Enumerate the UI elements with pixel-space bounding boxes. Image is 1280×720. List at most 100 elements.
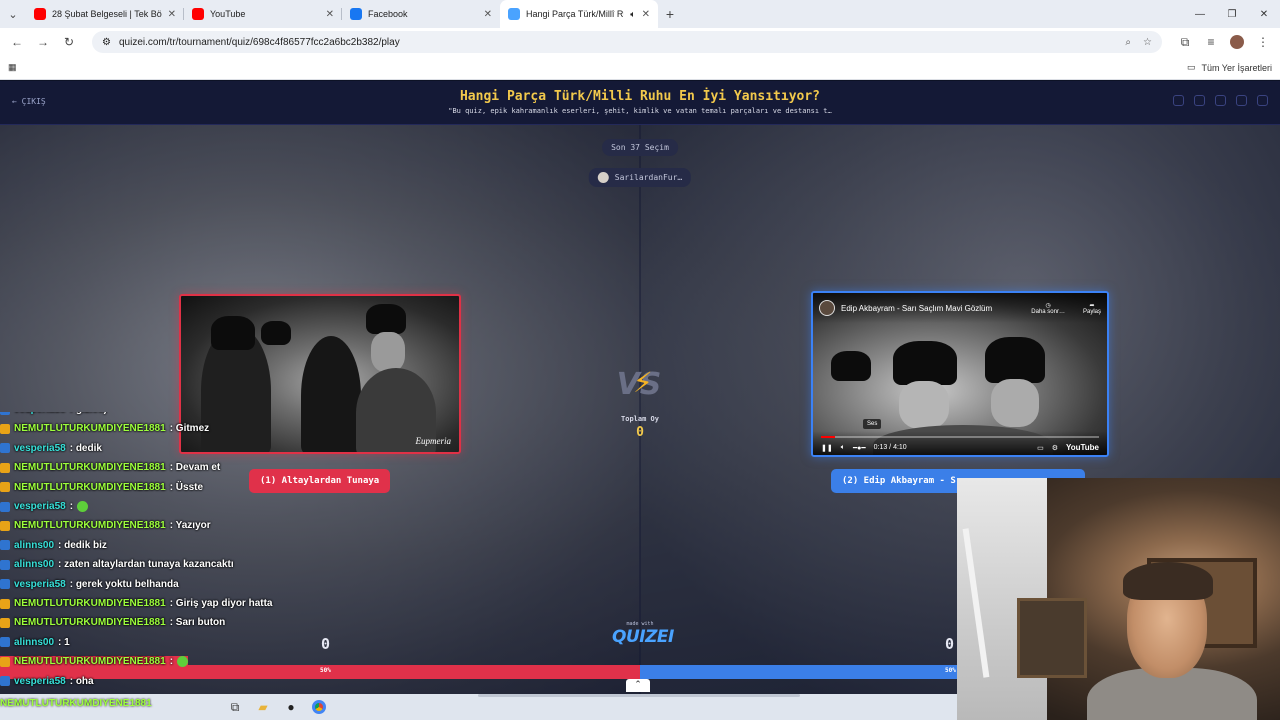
tab-audio-icon[interactable]: 🔈︎ [630,9,635,20]
video-figure [899,381,949,429]
volume-slider[interactable]: ━●━ [853,444,866,452]
bookmark-star-icon[interactable]: ☆ [1143,37,1152,48]
chat-username: NEMUTLUTURKUMDIYENE1881 [14,462,166,474]
minimize-icon[interactable]: — [1184,9,1216,20]
watch-later-button[interactable]: ◷ Daha sonr… [1031,302,1065,315]
restore-icon[interactable]: ❐ [1216,9,1248,20]
vote-pct-right: 50% [945,667,956,674]
chat-message: NEMUTLUTURKUMDIYENE1881: Yazıyor [0,520,211,531]
chat-text: : 1 [58,636,70,648]
emote-icon [177,656,189,668]
creator-name: SarilardanFur… [614,173,683,182]
channel-avatar[interactable] [819,300,835,316]
crown-badge-icon [0,598,10,609]
browser-tab[interactable]: YouTube ✕ [184,0,342,28]
chat-username: alinns00 [14,559,55,571]
tab-close-icon[interactable]: ✕ [484,9,492,20]
chat-text: : Üsste [169,481,204,493]
obs-icon[interactable]: ● [282,698,300,716]
quiz-title: Hangi Parça Türk/Milli Ruhu En İyi Yansı… [459,89,821,104]
chat-username: alinns00 [14,636,55,648]
video-figure [985,337,1045,383]
chat-username: vesperia58 [14,442,66,454]
share-icon[interactable] [1215,95,1226,106]
back-arrow-icon[interactable]: ← [6,31,28,53]
star-badge-icon [0,559,10,570]
youtube-video-title[interactable]: Edip Akbayram - Sarı Saçlım Mavi Gözlüm [841,304,992,313]
youtube-icon [192,8,204,20]
flag-icon[interactable] [1236,95,1247,106]
youtube-logo[interactable]: YouTube [1066,443,1099,452]
link-icon[interactable] [1194,95,1205,106]
chrome-icon[interactable] [310,698,328,716]
address-bar[interactable]: ⚙ quizei.com/tr/tournament/quiz/698c4f86… [92,31,1162,53]
tab-close-icon[interactable]: ✕ [326,9,334,20]
chat-username: vesperia58 [14,675,66,687]
header-actions [1173,95,1268,106]
folder-icon: ▭ [1186,62,1196,72]
video-time: 0:13 / 4:10 [873,444,907,451]
captions-icon[interactable]: ▭ [1037,444,1044,452]
total-votes-value: 0 [636,425,644,440]
youtube-icon [34,8,46,20]
webcam-frame [1017,598,1087,678]
chat-text: : zaten altaylardan tunaya kazancaktı [58,559,234,571]
crown-badge-icon [0,462,10,473]
settings-gear-icon[interactable]: ⚙ [1052,444,1058,452]
zoom-icon[interactable]: ⌕ [1125,37,1131,48]
browser-tab[interactable]: 28 Şubat Belgeseli | Tek Bölüm | ✕ [26,0,184,28]
profile-avatar[interactable] [1226,31,1248,53]
task-view-icon[interactable]: ⧉ [226,698,244,716]
tab-title: YouTube [210,9,246,19]
fullscreen-icon[interactable] [1257,95,1268,106]
star-badge-icon [0,540,10,551]
new-tab-button[interactable]: + [658,6,682,22]
crown-badge-icon [0,617,10,628]
media-control-icon[interactable]: ≡ [1200,31,1222,53]
all-bookmarks-label[interactable]: Tüm Yer İşaretleri [1201,63,1272,73]
eye-icon[interactable] [1173,95,1184,106]
url-text: quizei.com/tr/tournament/quiz/698c4f8657… [118,36,400,48]
video-figure [211,316,255,350]
horizontal-scrollbar[interactable] [478,694,800,697]
browser-tab[interactable]: Facebook ✕ [342,0,500,28]
chat-message: alinns00: 1 [0,637,70,648]
share-button[interactable]: ➦ Paylaş [1083,302,1101,315]
reload-icon[interactable]: ↻ [58,31,80,53]
forward-arrow-icon[interactable]: → [32,31,54,53]
video-figure [991,379,1039,427]
star-badge-icon [0,412,10,415]
youtube-progress-bar[interactable] [821,436,1099,438]
menu-kebab-icon[interactable]: ⋮ [1252,31,1274,53]
crown-badge-icon [0,656,10,667]
close-window-icon[interactable]: ✕ [1248,9,1280,20]
clock-icon: ◷ [1045,302,1051,309]
crown-badge-icon [0,520,10,531]
youtube-controls: ❚❚ 🔈︎ ━●━ 0:13 / 4:10 ▭ ⚙ YouTube [821,443,1099,452]
tab-close-icon[interactable]: ✕ [642,9,650,20]
chat-text: : Sarı buton [169,617,226,629]
made-with-badge[interactable]: made with QUIZEI [612,621,674,647]
apps-grid-icon[interactable]: ▦ [8,62,17,73]
chat-username: vesperia58 [14,412,66,415]
share-label: Paylaş [1082,308,1101,315]
tab-close-icon[interactable]: ✕ [168,9,176,20]
file-explorer-icon[interactable]: ▰ [254,698,272,716]
chat-message: vesperia58: oha [0,676,94,687]
scroll-up-chevron-icon[interactable]: ⌃ [626,679,650,692]
site-info-icon[interactable]: ⚙ [102,37,111,48]
quiz-header: ← ÇIKIŞ Hangi Parça Türk/Milli Ruhu En İ… [0,81,1280,125]
webcam-person-hair [1123,562,1213,600]
chat-message: vesperia58: dedik [0,443,102,454]
extensions-icon[interactable]: ⧉ [1174,31,1196,53]
browser-toolbar: ← → ↻ ⚙ quizei.com/tr/tournament/quiz/69… [0,28,1280,56]
video-figure [366,304,406,334]
creator-badge[interactable]: SarilardanFur… [588,168,692,187]
volume-icon[interactable]: 🔈︎ [841,444,845,452]
pause-icon[interactable]: ❚❚ [821,444,833,452]
chat-message: vesperia58: [0,501,89,512]
video-right[interactable]: Edip Akbayram - Sarı Saçlım Mavi Gözlüm … [811,291,1109,457]
taskbar-chat-overlay: NEMUTLUTURKUMDIYENE1881 [0,698,152,709]
tab-search-chevron-icon[interactable]: ⌄ [0,0,26,28]
browser-tab[interactable]: Hangi Parça Türk/Millî Ruhu 🔈︎ ✕ [500,0,658,28]
